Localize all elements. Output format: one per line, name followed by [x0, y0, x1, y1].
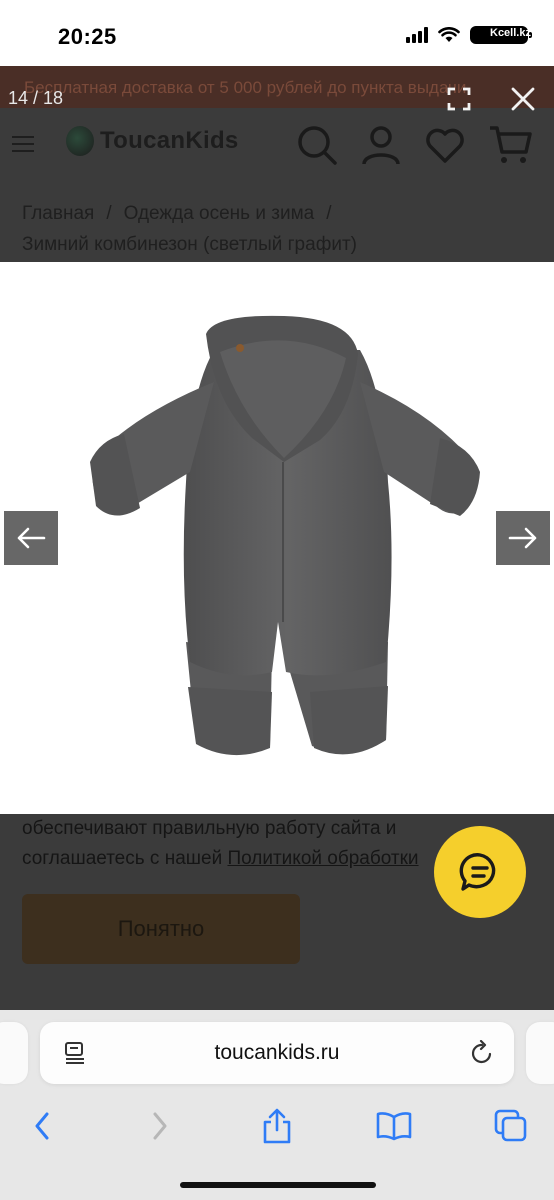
reload-icon[interactable]	[470, 1040, 494, 1066]
chevron-left-icon	[35, 1112, 49, 1140]
site-header: ToucanKids	[0, 110, 554, 180]
carrier-name: Kcell.kz	[490, 27, 531, 39]
share-button[interactable]	[257, 1106, 297, 1146]
gallery-counter: 14 / 18	[8, 88, 64, 108]
breadcrumb-category[interactable]: Одежда осень и зима	[124, 203, 315, 224]
share-icon	[263, 1108, 291, 1144]
cookie-notice: обеспечивают правильную работу сайта и с…	[22, 814, 452, 874]
cellular-signal-icon	[406, 27, 428, 43]
toucan-logo-icon	[66, 126, 94, 156]
logo-text: ToucanKids	[100, 127, 239, 154]
previous-image-button[interactable]	[4, 511, 58, 565]
previous-tab-preview[interactable]	[0, 1022, 28, 1084]
battery-icon: Kcell.kz	[470, 26, 532, 44]
cookie-accept-button[interactable]: Понятно	[22, 894, 300, 964]
close-gallery-button[interactable]	[510, 86, 536, 112]
breadcrumb-separator: /	[326, 203, 332, 224]
breadcrumb: Главная / Одежда осень и зима / Зимний комб…	[22, 198, 522, 260]
breadcrumb-home[interactable]: Главная	[22, 203, 94, 224]
chat-bubble-icon	[459, 853, 496, 891]
fullscreen-button[interactable]	[446, 86, 472, 112]
arrow-left-icon	[17, 527, 46, 549]
hamburger-menu-icon[interactable]	[12, 136, 34, 152]
chat-widget-button[interactable]	[434, 826, 526, 918]
site-logo[interactable]: ToucanKids	[66, 126, 239, 156]
tabs-button[interactable]	[491, 1106, 531, 1146]
user-icon[interactable]	[360, 124, 402, 166]
wifi-icon	[438, 27, 460, 42]
privacy-policy-link[interactable]: Политикой обработки	[227, 848, 418, 869]
tabs-icon	[494, 1109, 527, 1142]
bookmarks-button[interactable]	[374, 1106, 414, 1146]
chevron-right-icon	[153, 1112, 167, 1140]
back-button[interactable]	[22, 1106, 62, 1146]
status-bar: 20:25 Kcell.kz	[0, 0, 554, 66]
address-bar[interactable]: toucankids.ru	[40, 1022, 514, 1084]
product-photo-snowsuit	[90, 315, 480, 756]
close-icon	[511, 87, 535, 111]
breadcrumb-separator: /	[106, 203, 112, 224]
next-tab-preview[interactable]	[526, 1022, 554, 1084]
book-icon	[376, 1112, 412, 1141]
url-text: toucankids.ru	[214, 1041, 340, 1064]
fullscreen-icon	[447, 87, 471, 111]
status-time: 20:25	[58, 24, 117, 49]
home-indicator[interactable]	[180, 1182, 376, 1188]
header-actions	[296, 124, 532, 166]
breadcrumb-current: Зимний комбинезон (светлый графит)	[22, 234, 357, 255]
gallery-image[interactable]	[0, 262, 554, 814]
status-icons: Kcell.kz	[406, 26, 532, 44]
arrow-right-icon	[508, 527, 537, 549]
search-icon[interactable]	[296, 124, 338, 166]
browser-toolbar	[0, 1098, 554, 1158]
heart-icon[interactable]	[424, 124, 466, 166]
forward-button[interactable]	[140, 1106, 180, 1146]
browser-chrome: toucankids.ru	[0, 1010, 554, 1200]
cart-icon[interactable]	[488, 124, 532, 166]
next-image-button[interactable]	[496, 511, 550, 565]
